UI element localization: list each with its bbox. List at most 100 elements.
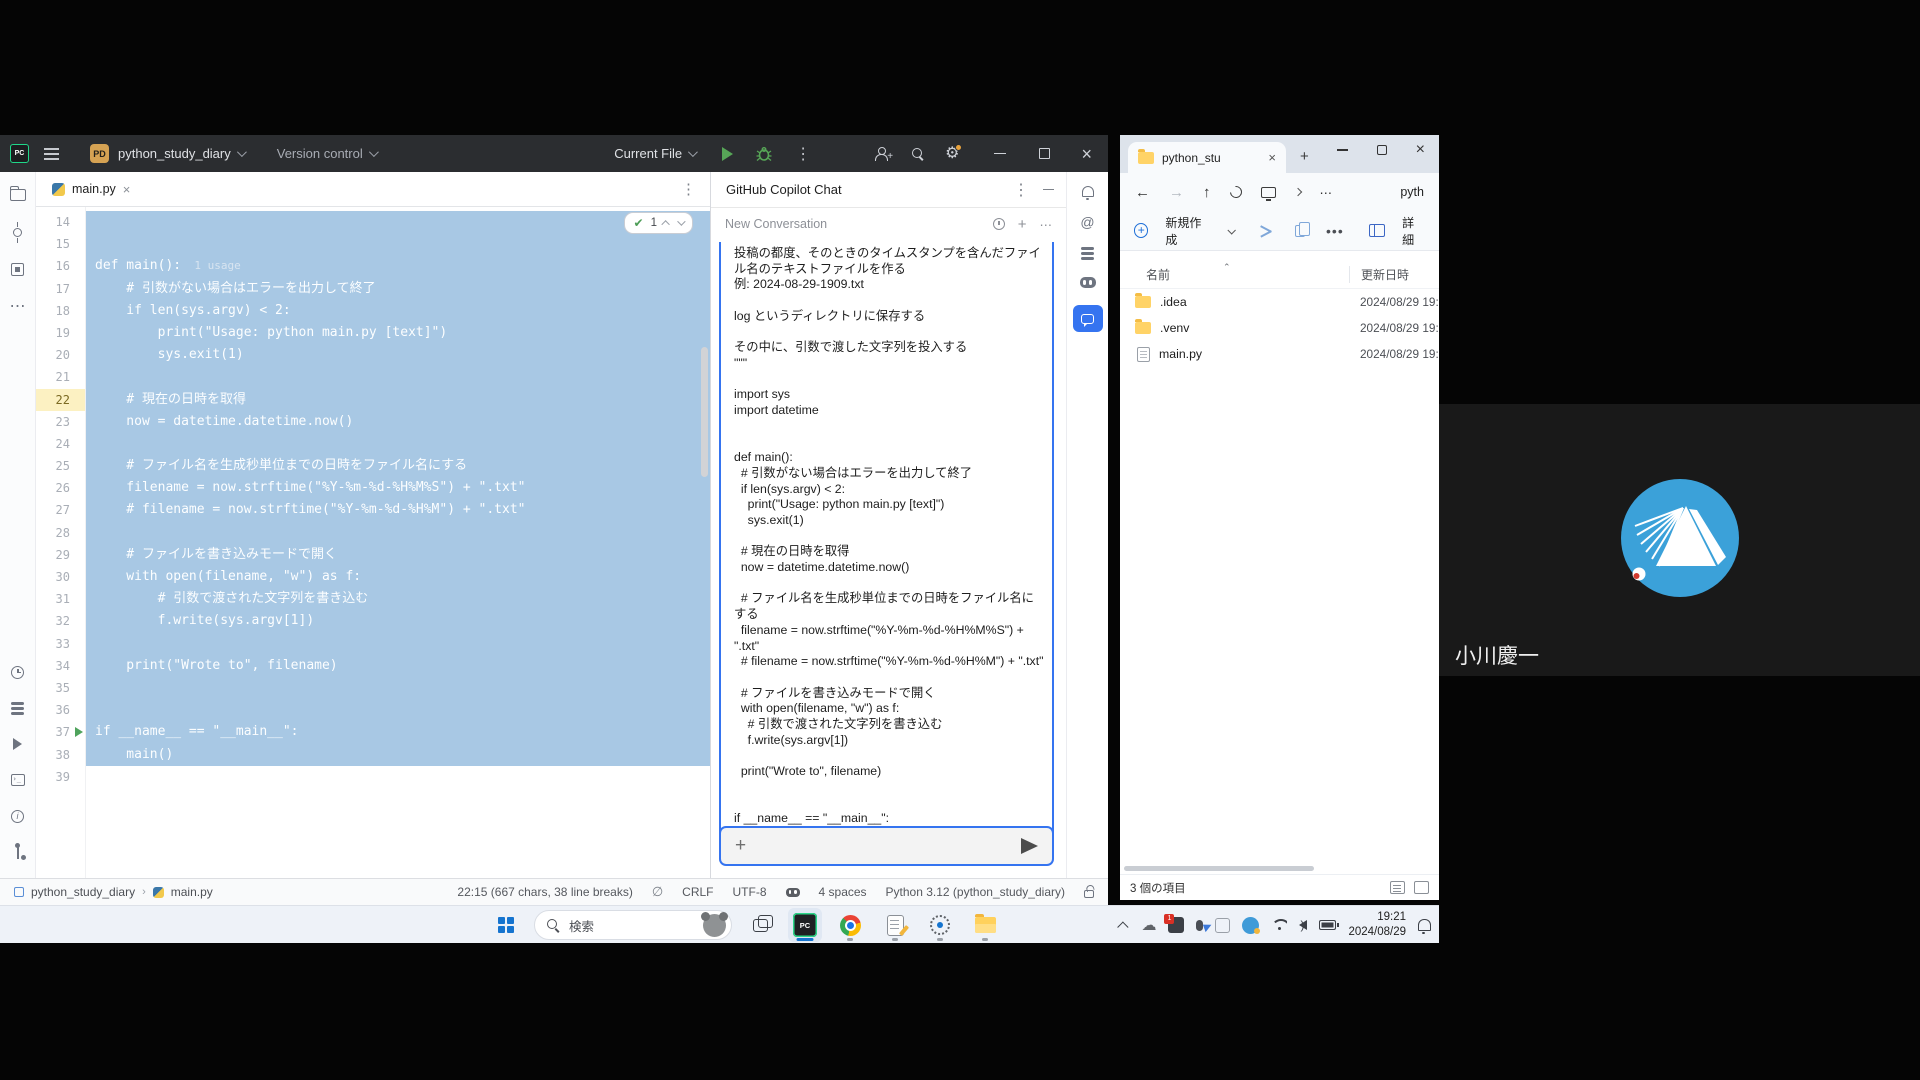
code-line-14[interactable] (86, 211, 710, 233)
chat-minimize-button[interactable] (1043, 189, 1054, 191)
explorer-tab[interactable]: python_stu × (1128, 142, 1286, 173)
address-crumb[interactable]: pyth (1400, 185, 1424, 199)
ai-assistant-tool-button[interactable]: @ (1080, 214, 1094, 230)
battery-icon[interactable] (1319, 920, 1336, 930)
gutter-line-37[interactable]: 37 (36, 721, 85, 743)
gutter-line-14[interactable]: 14 (36, 211, 85, 233)
main-menu-icon[interactable] (44, 153, 59, 155)
taskbar-chrome-button[interactable] (833, 908, 867, 942)
more-actions-button[interactable]: ⋮ (795, 144, 811, 164)
code-line-16[interactable]: def main(): 1 usage (86, 255, 710, 277)
gutter-line-35[interactable]: 35 (36, 677, 85, 699)
details-view-icon[interactable] (1369, 224, 1385, 237)
hidden-icons-chevron[interactable] (1118, 921, 1129, 932)
breadcrumb-project[interactable]: python_study_diary (31, 885, 135, 899)
gutter-line-36[interactable]: 36 (36, 699, 85, 721)
breadcrumb-ellipsis[interactable]: ⋯ (1320, 185, 1333, 200)
tab-options-button[interactable]: ⋮ (681, 180, 696, 198)
send-icon[interactable] (1021, 838, 1038, 854)
gutter-line-24[interactable]: 24 (36, 433, 85, 455)
code-line-17[interactable]: # 引数がない場合はエラーを出力して終了 (86, 278, 710, 300)
more-tools-button[interactable]: ⋯ (9, 298, 27, 314)
wifi-icon[interactable] (1271, 919, 1287, 931)
code-line-35[interactable] (86, 677, 710, 699)
code-with-me-button[interactable]: + (875, 147, 889, 160)
toolbar-more-button[interactable]: ••• (1326, 223, 1344, 239)
gutter-line-33[interactable]: 33 (36, 633, 85, 655)
history-icon[interactable] (993, 218, 1005, 230)
code-line-29[interactable]: # ファイルを書き込みモードで開く (86, 544, 710, 566)
gutter-line-22[interactable]: 22 (36, 389, 85, 411)
column-divider[interactable] (1349, 266, 1350, 283)
tray-app-icon[interactable] (1215, 918, 1230, 933)
project-tool-button[interactable] (9, 187, 27, 203)
gutter-line-28[interactable]: 28 (36, 522, 85, 544)
gutter-line-31[interactable]: 31 (36, 588, 85, 610)
horizontal-scrollbar[interactable] (1124, 866, 1314, 871)
line-ending[interactable]: CRLF (682, 885, 713, 899)
vcs-menu[interactable]: Version control (277, 146, 376, 161)
run-gutter-icon[interactable] (75, 727, 83, 737)
taskbar-search[interactable]: 検索 (534, 910, 732, 940)
editor-scrollbar[interactable] (701, 347, 708, 477)
thumbnail-view-toggle[interactable] (1414, 881, 1429, 894)
search-highlight-image[interactable] (703, 914, 726, 937)
taskbar-settings-button[interactable] (923, 908, 957, 942)
gutter-line-17[interactable]: 17 (36, 278, 85, 300)
run-configuration-selector[interactable]: Current File (614, 146, 695, 161)
chat-options-button[interactable]: ⋮ (1013, 180, 1029, 200)
new-chat-button[interactable]: + (1018, 216, 1027, 233)
notification-center-bell-icon[interactable] (1418, 919, 1431, 931)
terminal-tool-button[interactable]: ›_ (9, 772, 27, 788)
refresh-button[interactable] (1227, 184, 1244, 201)
minimize-button[interactable] (994, 153, 1006, 155)
breadcrumb-file[interactable]: main.py (171, 885, 213, 899)
chat-input[interactable]: + (719, 826, 1054, 866)
code-line-39[interactable] (86, 766, 710, 788)
gutter-line-16[interactable]: 16 (36, 255, 85, 277)
copy-button[interactable] (1295, 225, 1305, 237)
gutter-line-32[interactable]: 32 (36, 610, 85, 632)
list-view-toggle[interactable] (1390, 881, 1405, 894)
code-line-33[interactable] (86, 633, 710, 655)
up-button[interactable]: ↑ (1203, 184, 1211, 201)
services-tool-button[interactable] (9, 736, 27, 752)
chat-body[interactable]: 投稿の都度、そのときのタイムスタンプを含んだファイル名のテキストファイルを作る例… (711, 240, 1066, 878)
taskbar-pycharm-button[interactable]: PC (788, 908, 822, 942)
highlighting-level-icon[interactable]: ∅ (652, 884, 663, 900)
gutter-line-21[interactable]: 21 (36, 366, 85, 388)
gutter-line-39[interactable]: 39 (36, 766, 85, 788)
gutter-line-19[interactable]: 19 (36, 322, 85, 344)
gutter-line-18[interactable]: 18 (36, 300, 85, 322)
next-problem-icon[interactable] (677, 217, 685, 225)
column-name[interactable]: 名前 (1146, 266, 1170, 283)
close-button[interactable]: × (1416, 142, 1425, 158)
inspection-widget[interactable]: ✔ 1 (624, 212, 693, 234)
gutter-line-25[interactable]: 25 (36, 455, 85, 477)
attach-plus-icon[interactable]: + (735, 835, 746, 857)
file-row-main.py[interactable]: main.py2024/08/29 19:20 (1120, 341, 1439, 367)
project-selector[interactable]: python_study_diary (118, 146, 244, 161)
database-tool-button[interactable] (9, 700, 27, 716)
encoding[interactable]: UTF-8 (733, 885, 767, 899)
forward-button[interactable]: → (1169, 184, 1184, 201)
maximize-button[interactable] (1377, 145, 1387, 155)
settings-button[interactable]: ⚙ (945, 146, 959, 162)
tab-main-py[interactable]: main.py × (36, 172, 142, 206)
cut-button[interactable] (1259, 225, 1272, 237)
editor-code-area[interactable]: def main(): 1 usage # 引数がない場合はエラーを出力して終了… (86, 207, 710, 878)
tray-bird-icon[interactable] (1242, 917, 1259, 934)
commit-tool-button[interactable] (9, 224, 27, 240)
problems-tool-button[interactable]: i (9, 808, 27, 824)
maximize-button[interactable] (1039, 148, 1050, 159)
tab-close-icon[interactable]: × (1268, 150, 1276, 165)
task-view-button[interactable] (743, 908, 777, 942)
new-item-label[interactable]: 新規作成 (1165, 214, 1211, 248)
code-line-31[interactable]: # 引数で渡された文字列を書き込む (86, 588, 710, 610)
indent-setting[interactable]: 4 spaces (819, 885, 867, 899)
code-line-38[interactable]: main() (86, 744, 710, 766)
code-line-36[interactable] (86, 699, 710, 721)
gutter-line-15[interactable]: 15 (36, 233, 85, 255)
minimize-button[interactable] (1337, 149, 1348, 151)
start-button[interactable] (489, 908, 523, 942)
